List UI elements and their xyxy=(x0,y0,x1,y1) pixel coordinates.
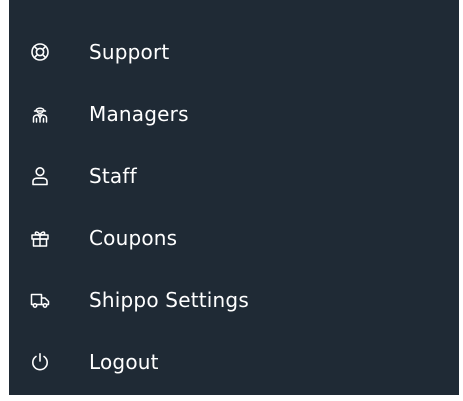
user-icon xyxy=(30,166,50,186)
menu-item-shippo-settings[interactable]: Shippo Settings xyxy=(9,269,459,331)
menu-item-support[interactable]: Support xyxy=(9,21,459,83)
menu-item-staff[interactable]: Staff xyxy=(9,145,459,207)
menu-item-coupons[interactable]: Coupons xyxy=(9,207,459,269)
truck-icon xyxy=(30,290,50,310)
lifebuoy-icon xyxy=(30,42,50,62)
gift-icon xyxy=(30,228,50,248)
power-icon xyxy=(30,352,50,372)
menu-item-managers[interactable]: Managers xyxy=(9,83,459,145)
menu-label-logout: Logout xyxy=(89,350,159,374)
menu-label-staff: Staff xyxy=(89,164,137,188)
managers-icon xyxy=(30,104,50,124)
menu-label-managers: Managers xyxy=(89,102,189,126)
menu-label-coupons: Coupons xyxy=(89,226,178,250)
menu-item-logout[interactable]: Logout xyxy=(9,331,459,393)
menu-label-support: Support xyxy=(89,40,170,64)
sidebar-menu: Support Managers Staff Coupons Shippo Se… xyxy=(9,0,459,395)
menu-label-shippo-settings: Shippo Settings xyxy=(89,288,249,312)
